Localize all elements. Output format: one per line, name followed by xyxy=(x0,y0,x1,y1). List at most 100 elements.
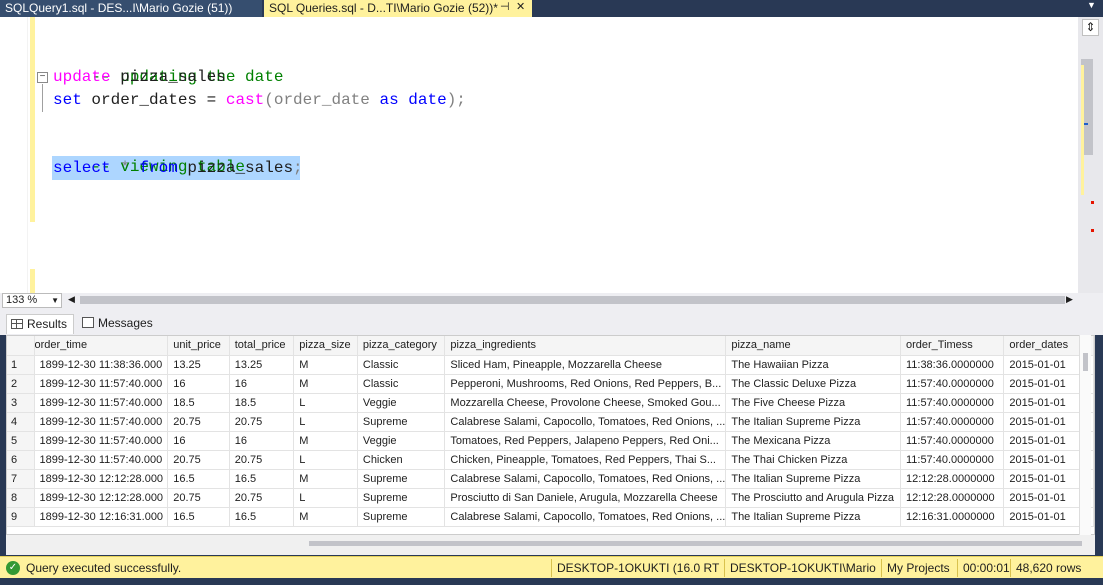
table-cell[interactable]: 11:57:40.0000000 xyxy=(900,412,1005,432)
row-number[interactable]: 2 xyxy=(7,374,35,394)
table-row[interactable]: 5 1899-12-30 11:57:40.000 16 16 M Veggie Tomat… xyxy=(7,431,1094,451)
table-cell[interactable]: The Hawaiian Pizza xyxy=(725,355,901,375)
row-number[interactable]: 3 xyxy=(7,393,35,413)
table-cell[interactable]: Classic xyxy=(357,355,446,375)
table-cell[interactable]: 11:38:36.0000000 xyxy=(900,355,1005,375)
query-editor[interactable]: − -- updating the date update pizza_sale… xyxy=(0,17,1078,293)
horizontal-scrollbar-thumb[interactable] xyxy=(80,296,1065,304)
collapse-toggle-icon[interactable]: − xyxy=(37,72,48,83)
table-cell[interactable]: 1899-12-30 11:38:36.000 xyxy=(34,355,169,375)
row-number[interactable]: 6 xyxy=(7,450,35,470)
zoom-select[interactable]: 133 % ▼ xyxy=(2,293,62,308)
table-cell[interactable]: 1899-12-30 11:57:40.000 xyxy=(34,374,169,394)
column-header[interactable]: order_time xyxy=(34,336,169,356)
table-cell[interactable]: L xyxy=(293,488,358,508)
table-row[interactable]: 9 1899-12-30 12:16:31.000 16.5 16.5 M Supreme… xyxy=(7,507,1094,527)
table-cell[interactable]: 20.75 xyxy=(167,450,230,470)
table-cell[interactable]: 16 xyxy=(167,374,230,394)
table-cell[interactable]: 16 xyxy=(167,431,230,451)
table-cell[interactable]: 16.5 xyxy=(167,507,230,527)
table-cell[interactable]: 20.75 xyxy=(229,488,295,508)
table-cell[interactable]: The Prosciutto and Arugula Pizza xyxy=(725,488,901,508)
table-cell[interactable]: M xyxy=(293,469,358,489)
table-cell[interactable]: Sliced Ham, Pineapple, Mozzarella Cheese xyxy=(444,355,727,375)
table-cell[interactable]: 1899-12-30 12:16:31.000 xyxy=(34,507,169,527)
editor-vertical-scrollbar[interactable]: ⇕ xyxy=(1078,17,1103,293)
table-cell[interactable]: Calabrese Salami, Capocollo, Tomatoes, R… xyxy=(444,412,727,432)
grid-horizontal-scrollbar[interactable] xyxy=(6,535,1095,555)
table-cell[interactable]: 12:12:28.0000000 xyxy=(900,488,1005,508)
scroll-left-icon[interactable]: ◀ xyxy=(68,294,75,305)
scroll-right-icon[interactable]: ▶ xyxy=(1066,294,1073,305)
table-cell[interactable]: 11:57:40.0000000 xyxy=(900,431,1005,451)
table-cell[interactable]: The Mexicana Pizza xyxy=(725,431,901,451)
table-cell[interactable]: Supreme xyxy=(357,488,446,508)
table-row[interactable]: 4 1899-12-30 11:57:40.000 20.75 20.75 L Supre… xyxy=(7,412,1094,432)
table-cell[interactable]: 1899-12-30 11:57:40.000 xyxy=(34,431,169,451)
table-cell[interactable]: Supreme xyxy=(357,507,446,527)
row-number[interactable]: 4 xyxy=(7,412,35,432)
table-cell[interactable]: Veggie xyxy=(357,393,446,413)
column-header[interactable]: total_price xyxy=(229,336,295,356)
table-row[interactable]: 1 1899-12-30 11:38:36.000 13.25 13.25 M Class… xyxy=(7,355,1094,375)
column-header[interactable]: pizza_size xyxy=(293,336,358,356)
column-header[interactable]: pizza_ingredients xyxy=(444,336,727,356)
table-cell[interactable]: M xyxy=(293,374,358,394)
scrollbar-thumb[interactable] xyxy=(309,541,1082,546)
table-cell[interactable]: Supreme xyxy=(357,469,446,489)
column-header[interactable]: pizza_category xyxy=(357,336,446,356)
table-row[interactable]: 6 1899-12-30 11:57:40.000 20.75 20.75 L Chick… xyxy=(7,450,1094,470)
table-row[interactable]: 2 1899-12-30 11:57:40.000 16 16 M Classic Pepp… xyxy=(7,374,1094,394)
table-cell[interactable]: 16 xyxy=(229,431,295,451)
table-cell[interactable]: Prosciutto di San Daniele, Arugula, Mozz… xyxy=(444,488,727,508)
table-cell[interactable]: 16 xyxy=(229,374,295,394)
scrollbar-thumb[interactable] xyxy=(1083,353,1088,371)
row-number[interactable]: 1 xyxy=(7,355,35,375)
table-cell[interactable]: 13.25 xyxy=(229,355,295,375)
table-cell[interactable]: 16.5 xyxy=(229,469,295,489)
table-row[interactable]: 8 1899-12-30 12:12:28.000 20.75 20.75 L Supre… xyxy=(7,488,1094,508)
table-cell[interactable]: M xyxy=(293,431,358,451)
table-cell[interactable]: The Italian Supreme Pizza xyxy=(725,507,901,527)
table-cell[interactable]: 1899-12-30 12:12:28.000 xyxy=(34,469,169,489)
table-cell[interactable]: 1899-12-30 11:57:40.000 xyxy=(34,393,169,413)
table-cell[interactable]: Calabrese Salami, Capocollo, Tomatoes, R… xyxy=(444,507,727,527)
table-cell[interactable]: Pepperoni, Mushrooms, Red Onions, Red Pe… xyxy=(444,374,727,394)
table-cell[interactable]: The Five Cheese Pizza xyxy=(725,393,901,413)
grid-vertical-scrollbar[interactable] xyxy=(1079,335,1091,535)
table-cell[interactable]: 1899-12-30 11:57:40.000 xyxy=(34,450,169,470)
table-cell[interactable]: M xyxy=(293,355,358,375)
table-cell[interactable]: Veggie xyxy=(357,431,446,451)
table-cell[interactable]: 11:57:40.0000000 xyxy=(900,393,1005,413)
table-cell[interactable]: Chicken, Pineapple, Tomatoes, Red Pepper… xyxy=(444,450,727,470)
tab-sqlquery1[interactable]: SQLQuery1.sql - DES...I\Mario Gozie (51)… xyxy=(0,0,262,17)
table-cell[interactable]: The Italian Supreme Pizza xyxy=(725,412,901,432)
tab-sql-queries[interactable]: SQL Queries.sql - D...TI\Mario Gozie (52… xyxy=(264,0,532,17)
table-cell[interactable]: Chicken xyxy=(357,450,446,470)
column-header[interactable]: order_Timess xyxy=(900,336,1005,356)
table-cell[interactable]: Calabrese Salami, Capocollo, Tomatoes, R… xyxy=(444,469,727,489)
close-icon[interactable]: ✕ xyxy=(516,0,525,13)
split-icon[interactable]: ⇕ xyxy=(1082,19,1099,36)
row-number[interactable]: 5 xyxy=(7,431,35,451)
column-header[interactable]: pizza_name xyxy=(725,336,901,356)
results-grid[interactable]: order_time unit_price total_price pizza_siz… xyxy=(6,335,1095,535)
table-cell[interactable]: The Classic Deluxe Pizza xyxy=(725,374,901,394)
table-cell[interactable]: L xyxy=(293,412,358,432)
table-cell[interactable]: 13.25 xyxy=(167,355,230,375)
table-cell[interactable]: 20.75 xyxy=(229,450,295,470)
tab-messages[interactable]: Messages xyxy=(78,314,156,334)
table-cell[interactable]: Classic xyxy=(357,374,446,394)
table-cell[interactable]: 11:57:40.0000000 xyxy=(900,374,1005,394)
table-cell[interactable]: 1899-12-30 12:12:28.000 xyxy=(34,488,169,508)
table-cell[interactable]: 16.5 xyxy=(167,469,230,489)
table-cell[interactable]: The Italian Supreme Pizza xyxy=(725,469,901,489)
table-cell[interactable]: 18.5 xyxy=(229,393,295,413)
table-cell[interactable]: 20.75 xyxy=(167,488,230,508)
table-cell[interactable]: 12:12:28.0000000 xyxy=(900,469,1005,489)
table-cell[interactable]: 16.5 xyxy=(229,507,295,527)
table-cell[interactable]: L xyxy=(293,393,358,413)
table-cell[interactable]: 20.75 xyxy=(229,412,295,432)
table-cell[interactable]: 11:57:40.0000000 xyxy=(900,450,1005,470)
row-number[interactable]: 9 xyxy=(7,507,35,527)
